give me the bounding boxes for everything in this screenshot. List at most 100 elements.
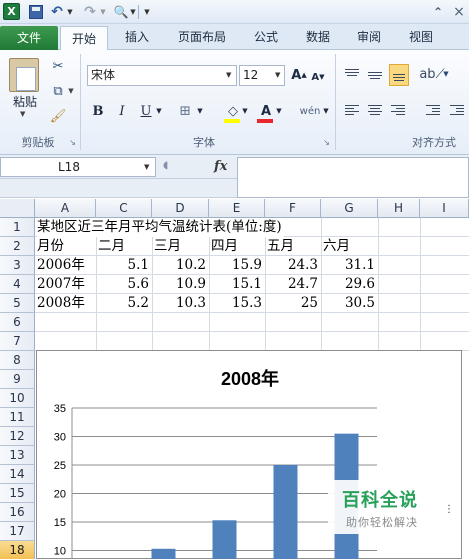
cell-d3[interactable]: 10.2 [152, 256, 209, 275]
cell-f3[interactable]: 24.3 [265, 256, 321, 275]
cell-c5[interactable]: 5.2 [96, 294, 152, 313]
column-header-f[interactable]: F [265, 199, 321, 218]
tab-insert[interactable]: 插入 [112, 24, 162, 50]
cell-f5[interactable]: 25 [265, 294, 321, 313]
row-header[interactable]: 16 [0, 503, 35, 522]
insert-function-icon[interactable]: fx [214, 157, 234, 177]
increase-indent-icon[interactable] [448, 102, 466, 120]
tab-view[interactable]: 视图 [398, 24, 444, 50]
row-header[interactable]: 11 [0, 408, 35, 427]
paste-icon[interactable] [9, 58, 39, 92]
tab-file[interactable]: 文件 [0, 26, 58, 50]
row-header[interactable]: 2 [0, 237, 35, 256]
font-color-icon[interactable]: A [257, 102, 275, 120]
cut-icon[interactable]: ✂ [50, 58, 66, 74]
row-header[interactable]: 1 [0, 218, 35, 237]
font-color-dropdown-icon[interactable]: ▼ [275, 102, 283, 120]
cell-a5[interactable]: 2008年 [37, 294, 85, 313]
column-header-d[interactable]: D [152, 199, 209, 218]
cell-a3[interactable]: 2006年 [37, 256, 85, 275]
print-preview-icon[interactable]: 🔍 [114, 3, 129, 20]
cell-g3[interactable]: 31.1 [321, 256, 378, 275]
cell-f4[interactable]: 24.7 [265, 275, 321, 294]
cell-e3[interactable]: 15.9 [209, 256, 265, 275]
row-header[interactable]: 8 [0, 351, 35, 370]
column-header-i[interactable]: I [420, 199, 469, 218]
shrink-font-icon[interactable]: A ▼ [310, 69, 326, 85]
tab-page-layout[interactable]: 页面布局 [170, 24, 234, 50]
row-header[interactable]: 3 [0, 256, 35, 275]
paste-button-label[interactable]: 粘贴 [10, 93, 40, 110]
column-header-e[interactable]: E [209, 199, 265, 218]
cell-e4[interactable]: 15.1 [209, 275, 265, 294]
row-header[interactable]: 5 [0, 294, 35, 313]
row-header[interactable]: 9 [0, 370, 35, 389]
row-header[interactable]: 15 [0, 484, 35, 503]
chart-bar[interactable] [273, 465, 298, 559]
cell-f2[interactable]: 五月 [267, 237, 294, 256]
cell-c2[interactable]: 二月 [98, 237, 125, 256]
redo-icon[interactable]: ↷ [83, 3, 97, 20]
cell-g4[interactable]: 29.6 [321, 275, 378, 294]
cell-d4[interactable]: 10.9 [152, 275, 209, 294]
align-right-icon[interactable] [389, 102, 407, 120]
select-all-corner[interactable] [0, 199, 35, 218]
italic-button[interactable]: I [113, 102, 131, 120]
cell-d5[interactable]: 10.3 [152, 294, 209, 313]
save-icon[interactable] [29, 5, 43, 19]
redo-dropdown-icon[interactable]: ▼ [99, 3, 107, 20]
phonetic-guide-icon[interactable]: wén [299, 102, 321, 120]
cell-a1-title[interactable]: 某地区近三年月平均气温统计表(单位:度) [37, 218, 284, 237]
cell-d2[interactable]: 三月 [154, 237, 181, 256]
align-bottom-icon[interactable] [389, 64, 409, 86]
bold-button[interactable]: B [89, 102, 107, 120]
row-header[interactable]: 17 [0, 522, 35, 541]
column-header-h[interactable]: H [378, 199, 420, 218]
orientation-icon[interactable]: ab⟋ [419, 66, 444, 82]
row-header[interactable]: 14 [0, 465, 35, 484]
align-left-icon[interactable] [343, 102, 361, 120]
cell-g2[interactable]: 六月 [323, 237, 350, 256]
align-top-icon[interactable] [343, 66, 361, 84]
minimize-ribbon-icon[interactable]: ⌃ [432, 3, 444, 20]
column-header-c[interactable]: C [96, 199, 152, 218]
formula-input[interactable] [237, 157, 469, 198]
copy-dropdown-icon[interactable]: ▼ [67, 83, 75, 99]
underline-dropdown-icon[interactable]: ▼ [155, 102, 163, 120]
tab-home[interactable]: 开始 [60, 26, 108, 51]
row-header[interactable]: 6 [0, 313, 35, 332]
grow-font-icon[interactable]: A ▲ [290, 67, 308, 83]
tab-review[interactable]: 审阅 [346, 24, 392, 50]
font-name-select[interactable]: 宋体 [87, 65, 237, 86]
font-name-dropdown-icon[interactable]: ▼ [226, 66, 236, 85]
customize-icon[interactable]: ▼ [143, 3, 151, 20]
row-header-selected[interactable]: 18 [0, 541, 35, 559]
cell-c4[interactable]: 5.6 [96, 275, 152, 294]
cell-e2[interactable]: 四月 [211, 237, 238, 256]
row-header[interactable]: 12 [0, 427, 35, 446]
undo-dropdown-icon[interactable]: ▼ [66, 3, 74, 20]
copy-icon[interactable]: ⧉ [50, 83, 66, 99]
clipboard-launcher-icon[interactable]: ↘ [68, 138, 77, 147]
tab-data[interactable]: 数据 [295, 24, 341, 50]
font-size-dropdown-icon[interactable]: ▼ [275, 66, 285, 85]
formula-bar-resize-icon[interactable]: ◖ [163, 158, 177, 176]
excel-icon[interactable]: X [3, 3, 20, 20]
row-header[interactable]: 7 [0, 332, 35, 351]
row-header[interactable]: 10 [0, 389, 35, 408]
column-header-a[interactable]: A [35, 199, 96, 218]
row-header[interactable]: 13 [0, 446, 35, 465]
cell-a4[interactable]: 2007年 [37, 275, 85, 294]
orientation-dropdown-icon[interactable]: ▼ [442, 66, 450, 82]
paste-dropdown-icon[interactable]: ▼ [20, 110, 25, 118]
border-dropdown-icon[interactable]: ▼ [196, 102, 204, 120]
help-icon[interactable]: × [452, 3, 466, 20]
font-launcher-icon[interactable]: ↘ [322, 138, 331, 147]
preview-dropdown-icon[interactable]: ▼ [129, 3, 137, 20]
decrease-indent-icon[interactable] [424, 102, 442, 120]
column-header-g[interactable]: G [321, 199, 378, 218]
chart-bar[interactable] [212, 520, 237, 559]
cell-e5[interactable]: 15.3 [209, 294, 265, 313]
align-center-icon[interactable] [366, 102, 384, 120]
cell-a2[interactable]: 月份 [37, 237, 64, 256]
